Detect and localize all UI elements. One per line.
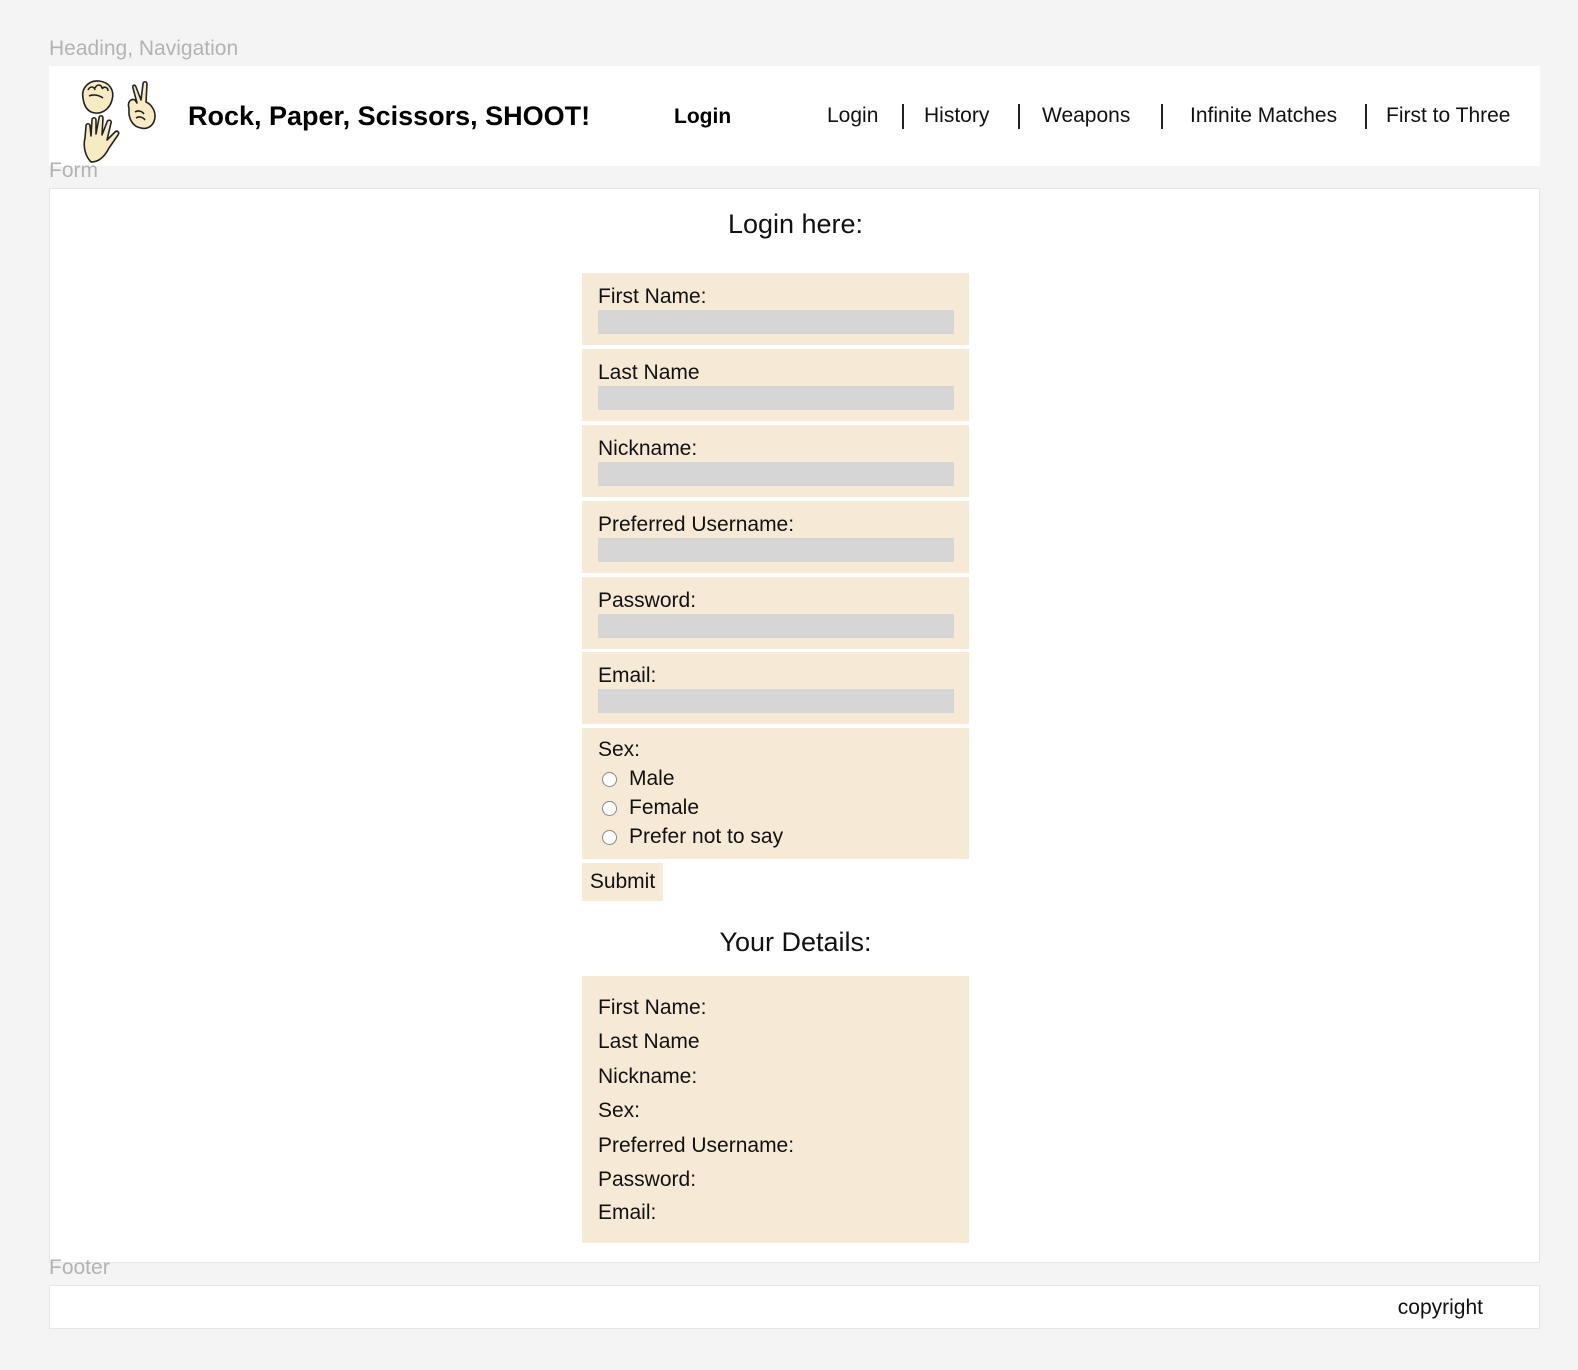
detail-last-name: Last Name bbox=[598, 1030, 700, 1053]
section-label-footer: Footer bbox=[49, 1256, 110, 1279]
last-name-group: Last Name bbox=[582, 349, 969, 421]
sex-group: Sex: Male Female Prefer not to say bbox=[582, 728, 969, 859]
nav-separator bbox=[1365, 104, 1367, 129]
section-label-form: Form bbox=[49, 159, 98, 182]
first-name-input[interactable] bbox=[598, 310, 954, 334]
last-name-input[interactable] bbox=[598, 386, 954, 410]
nav-separator bbox=[1018, 104, 1020, 129]
nav-separator bbox=[902, 104, 904, 129]
sex-option-prefer-not-to-say[interactable]: Prefer not to say bbox=[602, 825, 783, 849]
radio-button[interactable] bbox=[602, 829, 617, 845]
details-panel: First Name: Last Name Nickname: Sex: Pre… bbox=[582, 976, 969, 1243]
radio-label: Male bbox=[629, 767, 675, 790]
detail-sex: Sex: bbox=[598, 1099, 641, 1122]
submit-button[interactable]: Submit bbox=[582, 863, 663, 901]
email-input[interactable] bbox=[598, 689, 954, 713]
email-group: Email: bbox=[582, 652, 969, 724]
sex-label: Sex: bbox=[598, 738, 641, 761]
form-section: Login here: First Name: Last Name Nickna… bbox=[49, 188, 1540, 1263]
detail-email: Email: bbox=[598, 1201, 657, 1224]
nav-first-to-three[interactable]: First to Three bbox=[1386, 104, 1510, 128]
header: Rock, Paper, Scissors, SHOOT! Login Logi… bbox=[49, 66, 1540, 166]
password-label: Password: bbox=[598, 589, 697, 612]
current-page-label: Login bbox=[674, 105, 732, 128]
email-label: Email: bbox=[598, 664, 657, 687]
sex-option-female[interactable]: Female bbox=[602, 796, 699, 820]
last-name-label: Last Name bbox=[598, 361, 700, 384]
first-name-group: First Name: bbox=[582, 273, 969, 345]
detail-nickname: Nickname: bbox=[598, 1065, 698, 1088]
detail-preferred-username: Preferred Username: bbox=[598, 1134, 795, 1157]
radio-button[interactable] bbox=[602, 771, 617, 787]
nav-history[interactable]: History bbox=[924, 104, 989, 128]
radio-label: Female bbox=[629, 796, 700, 819]
nickname-label: Nickname: bbox=[598, 437, 698, 460]
detail-password: Password: bbox=[598, 1168, 697, 1191]
sex-option-male[interactable]: Male bbox=[602, 767, 675, 791]
preferred-username-label: Preferred Username: bbox=[598, 513, 795, 536]
site-title: Rock, Paper, Scissors, SHOOT! bbox=[188, 101, 591, 131]
nav-separator bbox=[1161, 104, 1163, 129]
copyright-text: copyright bbox=[1397, 1296, 1483, 1319]
radio-label: Prefer not to say bbox=[629, 825, 784, 848]
first-name-label: First Name: bbox=[598, 285, 707, 308]
preferred-username-group: Preferred Username: bbox=[582, 501, 969, 573]
radio-button[interactable] bbox=[602, 800, 617, 816]
rock-paper-scissors-hands-icon bbox=[81, 80, 156, 163]
nav-login[interactable]: Login bbox=[827, 104, 878, 128]
section-label-heading-navigation: Heading, Navigation bbox=[49, 37, 239, 60]
details-title: Your Details: bbox=[719, 927, 872, 957]
nickname-input[interactable] bbox=[598, 462, 954, 486]
password-group: Password: bbox=[582, 577, 969, 649]
password-input[interactable] bbox=[598, 614, 954, 638]
preferred-username-input[interactable] bbox=[598, 538, 954, 562]
nav-weapons[interactable]: Weapons bbox=[1042, 104, 1130, 128]
nav-infinite-matches[interactable]: Infinite Matches bbox=[1190, 104, 1337, 128]
form-title: Login here: bbox=[727, 209, 864, 239]
detail-first-name: First Name: bbox=[598, 996, 707, 1019]
footer: copyright bbox=[49, 1285, 1540, 1329]
nickname-group: Nickname: bbox=[582, 425, 969, 497]
